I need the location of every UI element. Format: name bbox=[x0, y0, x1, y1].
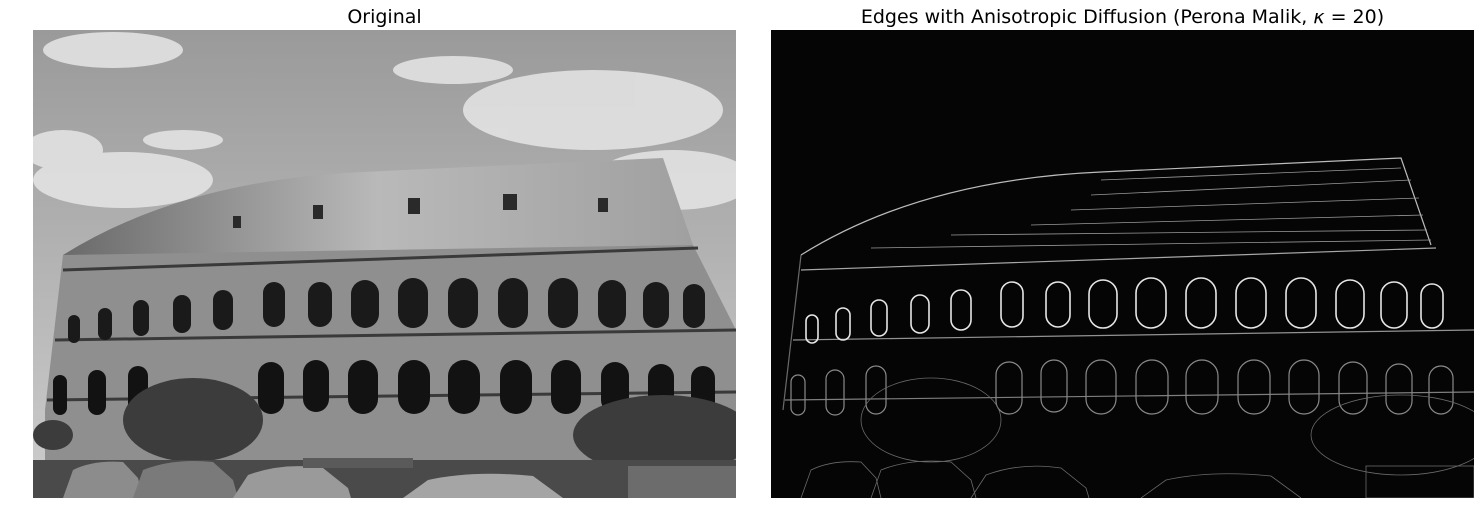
cars bbox=[33, 458, 736, 498]
original-panel-title: Original bbox=[347, 6, 422, 28]
edges-title-prefix: Edges with Anisotropic Diffusion (Perona… bbox=[860, 6, 1314, 28]
edges-panel-title: Edges with Anisotropic Diffusion (Perona… bbox=[771, 4, 1474, 30]
edges-image bbox=[771, 30, 1474, 498]
edges-title-suffix: = 20) bbox=[1324, 6, 1385, 28]
original-photo bbox=[33, 30, 736, 498]
original-image bbox=[33, 30, 736, 498]
edges-photo bbox=[771, 30, 1474, 498]
kappa-symbol: κ bbox=[1313, 6, 1325, 28]
